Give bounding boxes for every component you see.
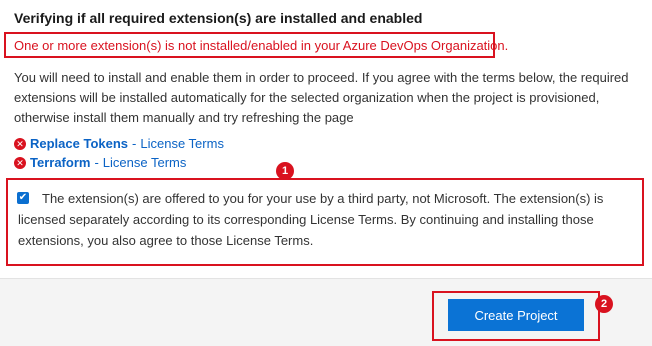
extension-separator: - xyxy=(94,155,99,170)
step-badge-2: 2 xyxy=(595,295,613,313)
panel-title: Verifying if all required extension(s) a… xyxy=(14,10,423,26)
warning-message: One or more extension(s) is not installe… xyxy=(14,38,509,53)
extension-item-terraform: ✕ Terraform - License Terms xyxy=(14,155,186,170)
extension-name-link[interactable]: Replace Tokens xyxy=(30,136,128,151)
license-terms-link[interactable]: License Terms xyxy=(140,136,224,151)
error-x-icon: ✕ xyxy=(14,137,26,150)
error-x-icon: ✕ xyxy=(14,156,26,169)
extension-separator: - xyxy=(132,136,137,151)
description-text: You will need to install and enable them… xyxy=(14,70,629,125)
agreement-text: The extension(s) are offered to you for … xyxy=(18,191,604,248)
agree-checkbox[interactable]: ✔ xyxy=(17,192,29,204)
extensions-panel: Verifying if all required extension(s) a… xyxy=(0,0,652,279)
extension-name-link[interactable]: Terraform xyxy=(30,155,90,170)
extension-item-replace-tokens: ✕ Replace Tokens - License Terms xyxy=(14,136,224,151)
license-terms-link[interactable]: License Terms xyxy=(103,155,187,170)
create-project-button[interactable]: Create Project xyxy=(448,299,584,331)
